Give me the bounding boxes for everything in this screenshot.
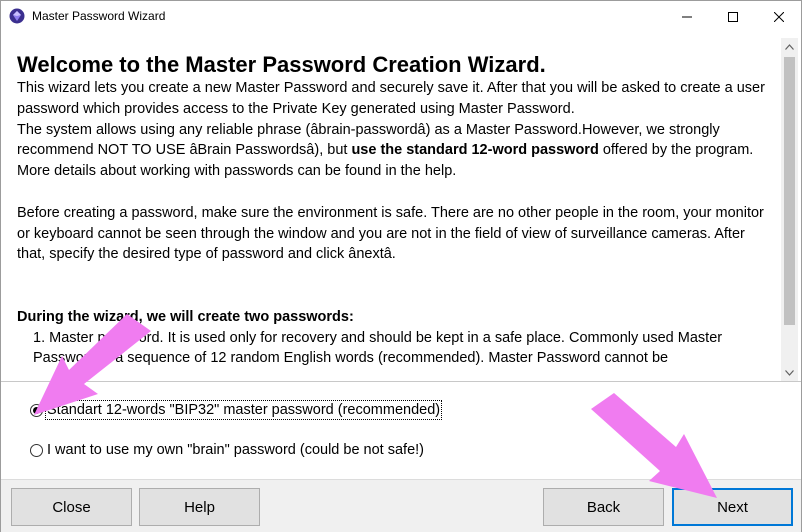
vertical-scrollbar[interactable] [781,38,798,381]
title-bar[interactable]: Master Password Wizard [1,1,801,32]
scroll-up-button[interactable] [781,38,798,55]
recommendation-text-end: offered by the program. [602,142,754,159]
chevron-down-icon [785,369,794,376]
window-title: Master Password Wizard [32,9,166,23]
button-bar: Close Help Back Next [1,479,801,532]
bip32-option[interactable]: Standart 12-words "BIP32" master passwor… [30,400,443,420]
app-gem-icon [9,8,25,24]
scrollbar-thumb[interactable] [784,57,795,325]
during-heading: During the wizard, we will create two pa… [17,307,777,328]
back-button[interactable]: Back [543,488,664,526]
close-window-button[interactable] [756,1,802,32]
intro-paragraph: This wizard lets you create a new Master… [17,80,765,117]
brain-password-radio[interactable] [30,443,43,457]
close-button[interactable]: Close [11,488,132,526]
welcome-heading: Welcome to the Master Password Creation … [17,52,546,77]
during-heading-text: During the wizard, we will create two pa… [17,308,354,325]
minimize-button[interactable] [664,1,710,32]
close-icon [774,11,784,22]
maximize-icon [728,11,738,22]
recommendation-paragraph: The system allows using any reliable phr… [17,120,777,162]
help-paragraph: More details about working with password… [17,163,457,180]
wizard-window: Master Password Wizard Welcome to the Ma… [0,0,802,532]
list-item: 1. Master password. It is used only for … [33,328,780,370]
minimize-icon [682,16,692,17]
scroll-down-button[interactable] [781,364,798,381]
safety-paragraph: Before creating a password, make sure th… [17,204,764,263]
brain-password-option[interactable]: I want to use my own "brain" password (c… [30,442,424,458]
brain-password-label[interactable]: I want to use my own "brain" password (c… [47,442,424,458]
maximize-button[interactable] [710,1,756,32]
list-item-1-cont: Password is a sequence of 12 random Engl… [33,350,669,367]
next-button[interactable]: Next [672,488,793,526]
description-text-area[interactable]: Welcome to the Master Password Creation … [9,38,780,381]
recommendation-bold: use the standard 12-word password [351,142,603,159]
bip32-label[interactable]: Standart 12-words "BIP32" master passwor… [44,400,443,420]
bip32-radio[interactable] [30,403,43,417]
list-item-1: 1. Master password. It is used only for … [33,329,723,346]
chevron-up-icon [785,43,794,50]
help-button[interactable]: Help [139,488,260,526]
divider [1,381,801,382]
